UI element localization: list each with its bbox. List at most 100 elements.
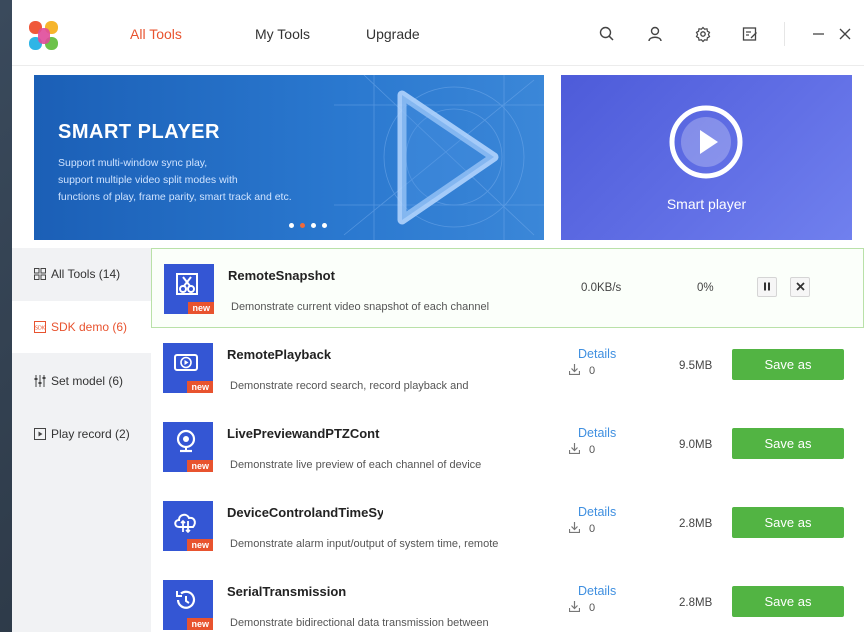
save-as-button[interactable]: Save as	[732, 349, 844, 380]
tab-my-tools[interactable]: My Tools	[255, 26, 310, 42]
carousel-dots	[289, 223, 333, 229]
file-size: 2.8MB	[679, 597, 713, 609]
playback-icon	[174, 354, 198, 371]
cancel-download-button[interactable]	[790, 277, 810, 297]
tool-description: Demonstrate record search, record playba…	[230, 380, 469, 392]
download-icon	[568, 522, 581, 534]
download-count: 0	[568, 443, 596, 456]
tool-icon: new	[163, 343, 213, 393]
sliders-icon	[34, 357, 46, 387]
download-count: 0	[568, 364, 596, 377]
title-bar: All Tools My Tools Upgrade	[12, 0, 864, 66]
play-record-icon	[34, 410, 46, 440]
play-circle-icon	[669, 105, 743, 179]
svg-text:SDK: SDK	[35, 326, 46, 332]
banner-desc-line: Support multi-window sync play,	[58, 157, 208, 169]
download-count: 0	[568, 601, 596, 614]
title-divider	[784, 22, 785, 46]
tool-description: Demonstrate current video snapshot of ea…	[231, 301, 490, 313]
tool-name: RemoteSnapshot	[228, 268, 335, 283]
details-link[interactable]: Details	[578, 347, 616, 361]
user-icon[interactable]	[646, 25, 664, 43]
download-count-value: 0	[589, 365, 596, 377]
tab-upgrade[interactable]: Upgrade	[366, 26, 420, 42]
banner-desc-line: support multiple video split modes with	[58, 174, 238, 186]
feedback-icon[interactable]	[741, 25, 759, 43]
download-count-value: 0	[589, 523, 596, 535]
minimize-icon[interactable]	[810, 25, 828, 43]
webcam-icon	[176, 429, 196, 453]
tool-icon: new	[163, 422, 213, 472]
history-icon	[176, 590, 196, 609]
tool-name: SerialTransmission	[227, 584, 347, 599]
sidebar-item-label: All Tools (14)	[51, 267, 121, 281]
snapshot-icon	[176, 273, 198, 295]
new-badge: new	[188, 302, 214, 314]
banner-desc-line: functions of play, frame parity, smart t…	[58, 191, 292, 203]
new-badge: new	[187, 618, 213, 630]
cloud-sync-icon	[174, 513, 196, 534]
sidebar-item-sdk-demo[interactable]: SDK SDK demo (6)	[12, 301, 151, 353]
save-as-button[interactable]: Save as	[732, 507, 844, 538]
carousel-dot-active[interactable]	[300, 223, 305, 228]
tool-description: Demonstrate live preview of each channel…	[230, 459, 482, 471]
search-icon[interactable]	[598, 25, 616, 43]
pause-button[interactable]	[757, 277, 777, 297]
new-badge: new	[187, 460, 213, 472]
details-link[interactable]: Details	[578, 505, 616, 519]
sidebar-item-label: Play record (2)	[51, 427, 130, 441]
tool-description: Demonstrate alarm input/output of system…	[230, 538, 499, 550]
file-size: 2.8MB	[679, 518, 713, 530]
details-link[interactable]: Details	[578, 426, 616, 440]
tool-row-live-preview[interactable]: new LivePreviewandPTZCont Demonstrate li…	[151, 407, 864, 487]
tool-row-serial-transmission[interactable]: new SerialTransmission Demonstrate bidir…	[151, 565, 864, 632]
details-link[interactable]: Details	[578, 584, 616, 598]
tab-all-tools[interactable]: All Tools	[130, 26, 182, 42]
sidebar-item-label: Set model (6)	[51, 374, 124, 388]
tool-row-remote-playback[interactable]: new RemotePlayback Demonstrate record se…	[151, 328, 864, 408]
tool-row-device-control[interactable]: new DeviceControlandTimeSy Demonstrate a…	[151, 486, 864, 566]
new-badge: new	[187, 381, 213, 393]
download-icon	[568, 601, 581, 613]
tool-icon: new	[163, 580, 213, 630]
smart-player-card[interactable]: Smart player	[561, 75, 852, 240]
save-as-button[interactable]: Save as	[732, 428, 844, 459]
download-speed: 0.0KB/s	[581, 282, 622, 294]
carousel-dot[interactable]	[311, 223, 316, 228]
tool-icon: new	[163, 501, 213, 551]
download-icon	[568, 364, 581, 376]
grid-icon	[34, 250, 46, 280]
settings-icon[interactable]	[694, 25, 712, 43]
tool-icon: new	[164, 264, 214, 314]
tool-name: LivePreviewandPTZCont	[227, 426, 380, 441]
tool-row-remote-snapshot[interactable]: new RemoteSnapshot Demonstrate current v…	[151, 248, 864, 328]
sdk-icon: SDK	[34, 303, 46, 333]
carousel-dot[interactable]	[289, 223, 294, 228]
banner-carousel[interactable]: SMART PLAYER Support multi-window sync p…	[34, 75, 544, 240]
save-as-button[interactable]: Save as	[732, 586, 844, 617]
file-size: 9.0MB	[679, 439, 713, 451]
file-size: 9.5MB	[679, 360, 713, 372]
sidebar-item-set-model[interactable]: Set model (6)	[12, 355, 151, 407]
sidebar-item-all-tools[interactable]: All Tools (14)	[12, 248, 151, 300]
download-progress: 0%	[697, 282, 714, 294]
banner-description: Support multi-window sync play, support …	[58, 155, 358, 206]
tool-description: Demonstrate bidirectional data transmiss…	[230, 617, 489, 629]
close-icon	[795, 282, 805, 291]
new-badge: new	[187, 539, 213, 551]
sidebar-item-label: SDK demo (6)	[51, 320, 128, 334]
download-count-value: 0	[589, 444, 596, 456]
sidebar: All Tools (14) SDK SDK demo (6) Set mode…	[12, 248, 151, 632]
download-icon	[568, 443, 581, 455]
close-icon[interactable]	[836, 25, 854, 43]
pause-icon	[764, 282, 770, 291]
download-count-value: 0	[589, 602, 596, 614]
download-count: 0	[568, 522, 596, 535]
carousel-dot[interactable]	[322, 223, 327, 228]
sidebar-item-play-record[interactable]: Play record (2)	[12, 408, 151, 460]
tool-name: RemotePlayback	[227, 347, 332, 362]
app-window: All Tools My Tools Upgrade SMART PLAYER …	[12, 0, 864, 632]
tool-name: DeviceControlandTimeSy	[227, 505, 383, 520]
banner-title: SMART PLAYER	[58, 121, 220, 143]
smart-player-label: Smart player	[666, 196, 747, 212]
